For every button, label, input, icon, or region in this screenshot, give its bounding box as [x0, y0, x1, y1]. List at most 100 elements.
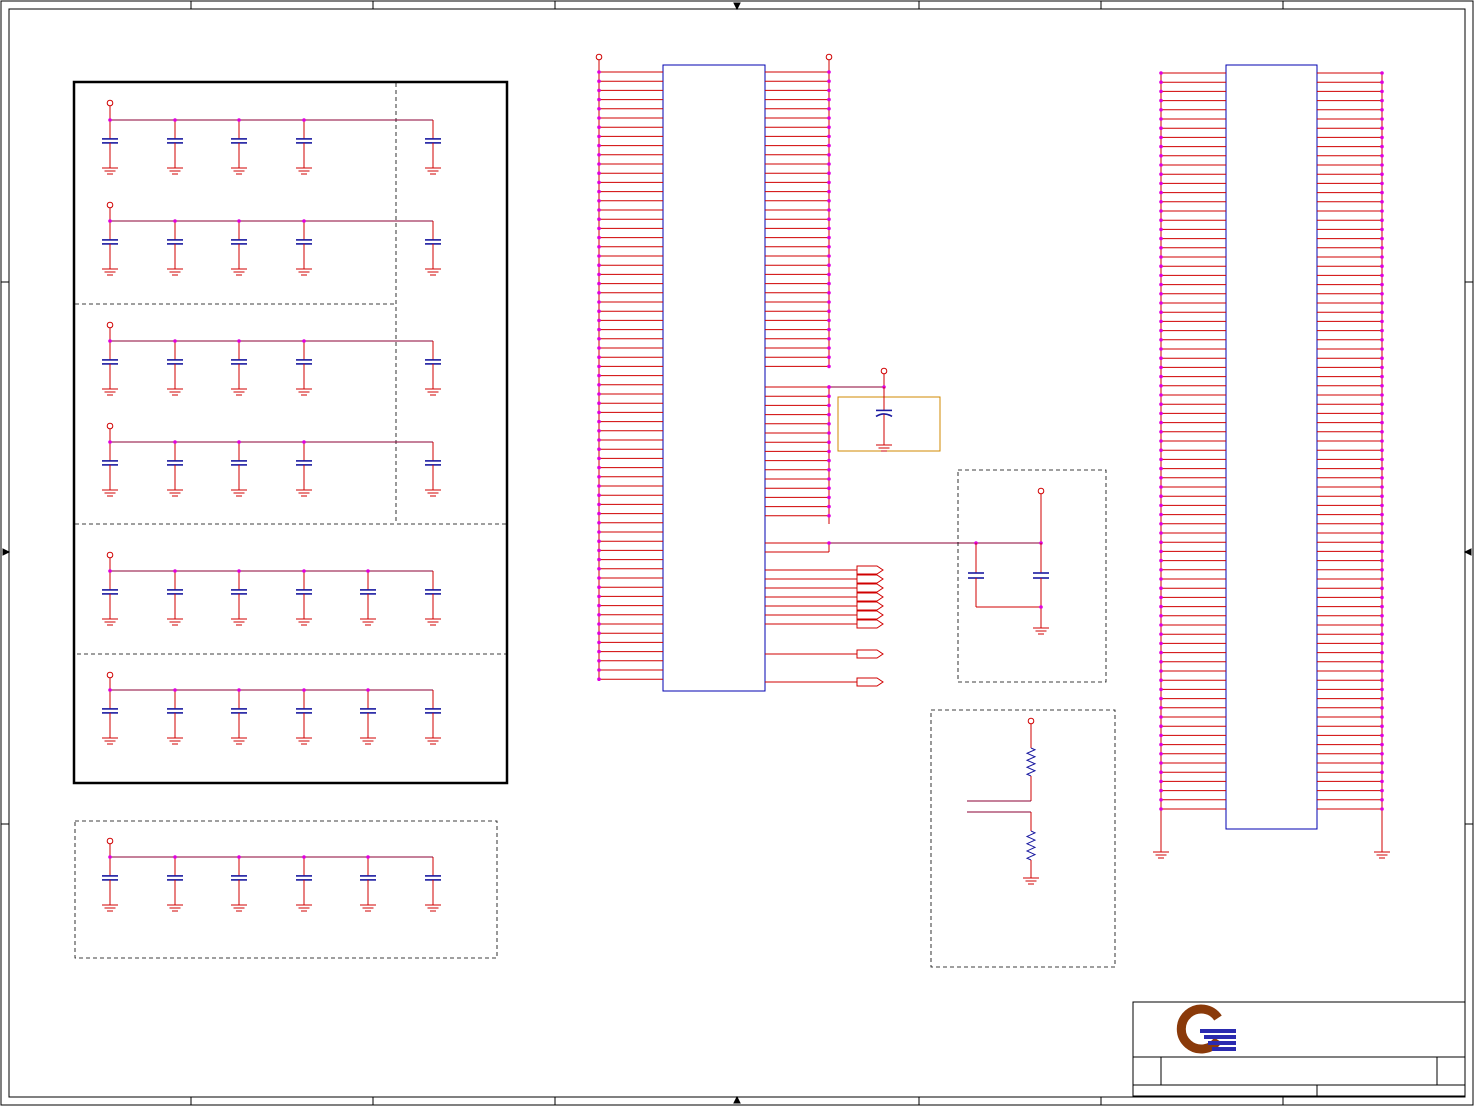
pin-row [597, 640, 663, 645]
pin-row [1159, 319, 1384, 324]
extra-decoupling-box [74, 820, 498, 959]
junction-dot [1159, 218, 1163, 222]
capacitor-row [102, 551, 441, 626]
pin-row [597, 254, 663, 258]
junction-dot [827, 364, 831, 369]
pin-row [765, 291, 831, 295]
junction-dot [1159, 779, 1163, 784]
pin-row [1159, 457, 1384, 462]
ground-icon [296, 899, 312, 912]
power-port-icon [106, 321, 114, 329]
pin-row [765, 226, 831, 231]
junction-dot [1159, 770, 1163, 774]
junction-dot [827, 431, 831, 435]
junction-dot [1380, 80, 1384, 84]
pin-row [765, 254, 831, 258]
pin-row [597, 291, 663, 295]
junction-dot [827, 263, 831, 268]
junction-dot [1159, 172, 1163, 176]
pin-row [765, 309, 831, 314]
capacitor-icon [167, 442, 183, 497]
pin-row [1159, 531, 1384, 535]
capacitor-icon [231, 857, 247, 912]
pin-row [765, 318, 831, 323]
junction-dot [1380, 485, 1384, 489]
junction-dot [1159, 200, 1163, 204]
junction-dot [1380, 71, 1384, 75]
junction-dot [173, 440, 177, 444]
capacitor-icon [425, 571, 441, 626]
junction-dot [1380, 650, 1384, 655]
pin-row [765, 364, 831, 369]
capacitor-icon [296, 690, 312, 745]
pin-row [1159, 282, 1384, 287]
ground-icon [167, 899, 183, 912]
junction-dot [597, 613, 601, 617]
pin-row [1159, 163, 1384, 167]
junction-dot [827, 180, 831, 185]
pin-row [597, 502, 663, 507]
junction-dot [108, 219, 112, 223]
junction-dot [1380, 255, 1384, 259]
pin-row [1159, 448, 1384, 453]
ground-icon [1153, 846, 1169, 859]
junction-dot [827, 403, 831, 408]
junction-dot [1380, 420, 1384, 425]
pin-row [597, 364, 663, 369]
junction-dot [827, 309, 831, 314]
ground-icon [231, 613, 247, 626]
junction-dot [108, 440, 112, 444]
junction-dot [597, 355, 601, 360]
pin-row [597, 162, 663, 166]
junction-dot [237, 339, 241, 343]
pin-row [1159, 144, 1384, 149]
junction-dot [597, 272, 601, 277]
pin-row [765, 394, 831, 399]
power-port-icon [106, 201, 114, 209]
pin-row [1159, 71, 1384, 75]
pin-row [765, 171, 831, 175]
junction-dot [1380, 310, 1384, 315]
junction-dot [827, 300, 831, 304]
ground-icon [167, 613, 183, 626]
junction-dot [1380, 393, 1384, 397]
junction-dot [1159, 144, 1163, 149]
junction-dot [1380, 108, 1384, 112]
junction-dot [1380, 356, 1384, 361]
ground-icon [425, 732, 441, 745]
pin-row [765, 70, 831, 74]
ground-icon [167, 162, 183, 175]
junction-dot [597, 309, 601, 314]
junction-dot [1159, 623, 1163, 627]
capacitor-icon [968, 543, 1041, 608]
pin-row [1159, 522, 1384, 526]
junction-dot [597, 677, 601, 681]
capacitor-icon [167, 341, 183, 396]
junction-dot [827, 394, 831, 399]
pin-row [1159, 430, 1384, 434]
signal-line [765, 619, 884, 629]
pin-row [765, 263, 831, 268]
pin-row [597, 429, 663, 433]
capacitor-icon [425, 120, 441, 175]
pin-row [765, 300, 831, 304]
junction-dot [1159, 706, 1163, 710]
pin-row [765, 346, 831, 350]
capacitor-icon [425, 442, 441, 497]
capacitor-icon [102, 690, 118, 745]
junction-dot [827, 486, 831, 491]
pin-row [765, 337, 831, 341]
junction-dot [597, 134, 601, 139]
ground-icon [425, 484, 441, 497]
capacitor-row [102, 321, 441, 396]
capacitor-icon [425, 221, 441, 276]
ground-icon [296, 613, 312, 626]
junction-dot [1380, 522, 1384, 526]
junction-dot [1380, 761, 1384, 765]
pin-row [597, 383, 663, 387]
junction-dot [1159, 641, 1163, 646]
junction-dot [1159, 89, 1163, 94]
pin-row [765, 199, 831, 203]
offpage-connector-icon [856, 592, 884, 602]
capacitor-icon [167, 857, 183, 912]
